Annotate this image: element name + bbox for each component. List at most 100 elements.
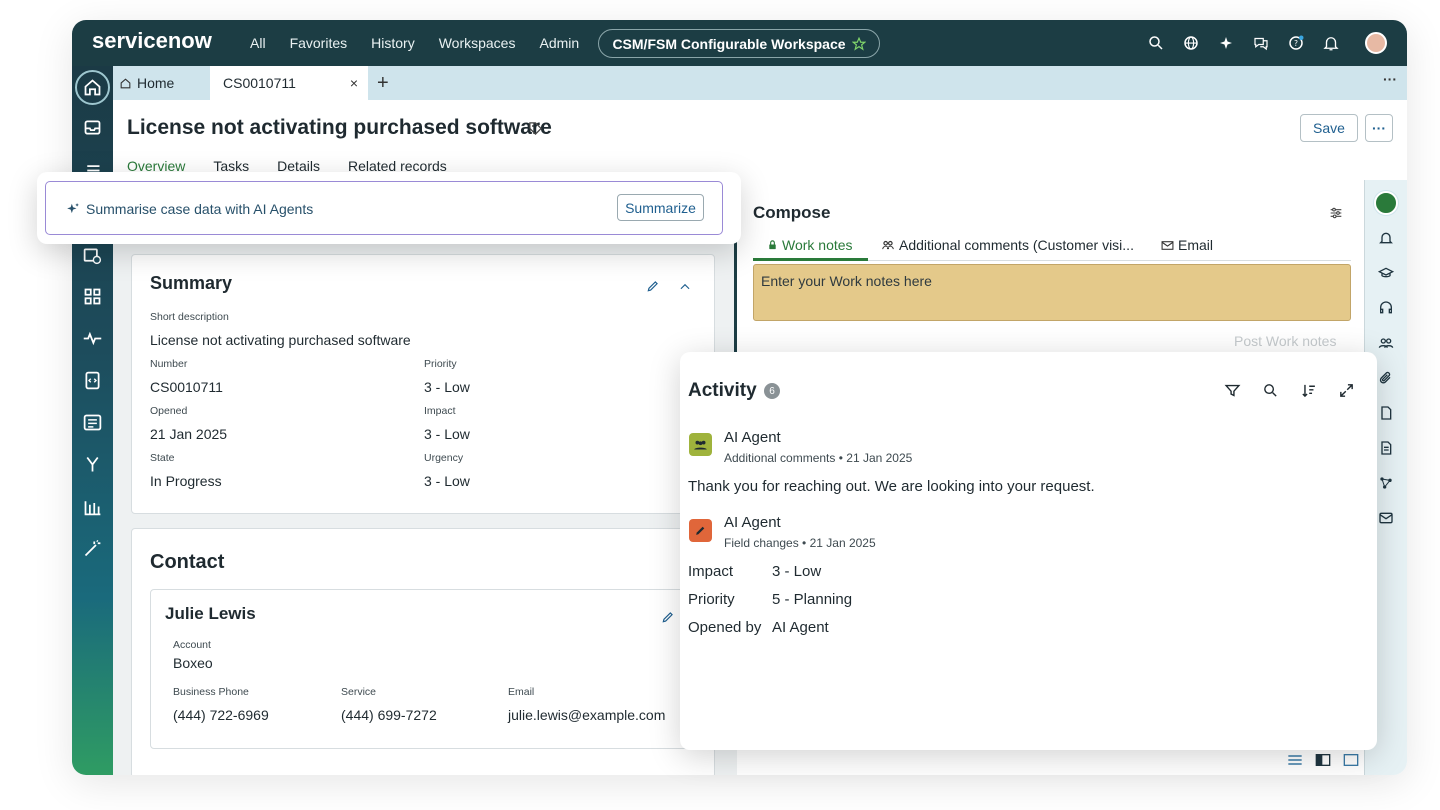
impact-label: Impact — [424, 405, 456, 417]
tab-case-label: CS0010711 — [223, 75, 296, 91]
form-list-icon[interactable] — [82, 412, 103, 433]
help-icon[interactable]: ? — [1287, 34, 1305, 52]
chevron-up-icon[interactable] — [678, 280, 692, 294]
opened-label: Opened — [150, 405, 188, 417]
sidebar-bell-icon[interactable] — [1378, 230, 1394, 246]
tab-email[interactable]: Email — [1161, 237, 1213, 253]
headset-icon[interactable] — [1378, 300, 1394, 316]
edit-contact-icon[interactable] — [661, 610, 675, 624]
bar-chart-icon[interactable] — [82, 496, 103, 517]
entry-type: Additional comments — [724, 451, 836, 465]
nav-all[interactable]: All — [250, 35, 266, 51]
entry-comment-body: Thank you for reaching out. We are looki… — [688, 478, 1095, 495]
split-layout-icon[interactable] — [1315, 753, 1331, 767]
tabs-more-button[interactable]: ··· — [1383, 71, 1397, 87]
activity-search-icon[interactable] — [1262, 382, 1279, 399]
mail-icon — [1161, 240, 1174, 250]
close-tab-icon[interactable]: × — [350, 75, 358, 91]
active-tab-indicator — [753, 258, 868, 261]
contact-card: Contact Julie Lewis Account Boxeo Busine… — [131, 528, 715, 775]
filter-icon[interactable] — [1224, 382, 1241, 399]
people-icon — [882, 240, 894, 250]
field-change-label: Impact — [688, 563, 734, 580]
entry-author[interactable]: AI Agent — [724, 514, 781, 531]
nav-history[interactable]: History — [371, 35, 415, 51]
field-change-value[interactable]: AI Agent — [772, 619, 829, 636]
attachment-icon[interactable] — [1378, 370, 1394, 386]
account-value[interactable]: Boxeo — [173, 655, 213, 671]
search-icon[interactable] — [1147, 34, 1165, 52]
service-value[interactable]: (444) 699-7272 — [341, 707, 437, 723]
short-description-value: License not activating purchased softwar… — [150, 332, 411, 348]
nav-workspaces[interactable]: Workspaces — [439, 35, 516, 51]
team-icon[interactable] — [1378, 335, 1394, 351]
servicenow-logo[interactable]: servicenow — [92, 28, 212, 54]
contact-name[interactable]: Julie Lewis — [165, 604, 256, 624]
business-phone-value[interactable]: (444) 722-6969 — [173, 707, 269, 723]
priority-value: 3 - Low — [424, 379, 470, 395]
inbox-icon[interactable] — [82, 117, 103, 138]
entry-date: 21 Jan 2025 — [846, 451, 913, 465]
entry-date: 21 Jan 2025 — [809, 536, 876, 550]
chat-icon[interactable] — [1252, 34, 1270, 52]
work-notes-input[interactable]: Enter your Work notes here — [753, 264, 1351, 321]
tab-home[interactable]: Home — [119, 66, 174, 100]
post-work-notes-button[interactable]: Post Work notes — [1234, 333, 1336, 349]
layout-switcher — [1287, 753, 1359, 767]
star-icon[interactable] — [851, 36, 866, 51]
sort-icon[interactable] — [1300, 382, 1317, 399]
number-value: CS0010711 — [150, 379, 223, 395]
agent-assist-icon[interactable] — [1374, 191, 1398, 215]
nav-admin[interactable]: Admin — [539, 35, 579, 51]
tab-work-notes[interactable]: Work notes — [767, 237, 853, 253]
branch-icon[interactable] — [82, 454, 103, 475]
business-phone-label: Business Phone — [173, 686, 249, 698]
summarize-button[interactable]: Summarize — [617, 194, 704, 221]
email-value[interactable]: julie.lewis@example.com — [508, 707, 665, 723]
tab-additional-comments[interactable]: Additional comments (Customer visi... — [881, 237, 1134, 253]
mail-badge-icon[interactable] — [1378, 510, 1394, 526]
compose-settings-icon[interactable] — [1328, 205, 1344, 221]
user-avatar[interactable] — [1365, 32, 1387, 54]
top-icons: ? — [1147, 20, 1387, 66]
magic-wand-icon[interactable] — [82, 538, 103, 559]
tag-icon[interactable] — [528, 121, 543, 136]
svg-text:?: ? — [1294, 39, 1298, 48]
add-tab-button[interactable]: + — [377, 72, 389, 95]
apps-grid-icon[interactable] — [82, 286, 103, 307]
record-title: License not activating purchased softwar… — [127, 116, 552, 139]
field-change-value: 3 - Low — [772, 563, 822, 580]
home-icon[interactable] — [82, 77, 103, 98]
single-layout-icon[interactable] — [1343, 753, 1359, 767]
save-button[interactable]: Save — [1300, 114, 1358, 142]
network-icon[interactable] — [1378, 475, 1394, 491]
entry-author[interactable]: AI Agent — [724, 429, 781, 446]
code-doc-icon[interactable] — [82, 370, 103, 391]
knowledge-cap-icon[interactable] — [1378, 265, 1394, 281]
record-more-button[interactable]: ··· — [1365, 114, 1393, 142]
pulse-icon[interactable] — [82, 328, 103, 349]
lock-icon — [769, 240, 776, 250]
calendar-clock-icon[interactable] — [82, 245, 103, 266]
sparkle-ai-icon — [67, 203, 79, 214]
activity-count-badge: 6 — [764, 383, 780, 399]
email-label: Email — [508, 686, 535, 698]
people-group-icon — [694, 440, 707, 450]
tab-case[interactable]: CS0010711 × — [210, 66, 368, 100]
nav-favorites[interactable]: Favorites — [290, 35, 348, 51]
globe-icon[interactable] — [1182, 34, 1200, 52]
state-label: State — [150, 452, 175, 464]
edit-pencil-icon[interactable] — [646, 279, 660, 293]
bell-icon[interactable] — [1322, 34, 1340, 52]
sparkle-icon[interactable] — [1217, 34, 1235, 52]
field-change-value: 5 - Planning — [772, 591, 853, 608]
document-icon[interactable] — [1378, 405, 1394, 421]
activity-panel: Activity 6 AI Agent Additional comments … — [680, 352, 1377, 750]
workspace-pill[interactable]: CSM/FSM Configurable Workspace — [598, 29, 880, 58]
expand-icon[interactable] — [1338, 382, 1355, 399]
entry-type: Field changes — [724, 536, 799, 550]
list-layout-icon[interactable] — [1287, 753, 1303, 767]
tabs-row: Home CS0010711 × + ··· — [113, 66, 1407, 100]
form-icon[interactable] — [1378, 440, 1394, 456]
tab-email-label: Email — [1178, 237, 1214, 253]
